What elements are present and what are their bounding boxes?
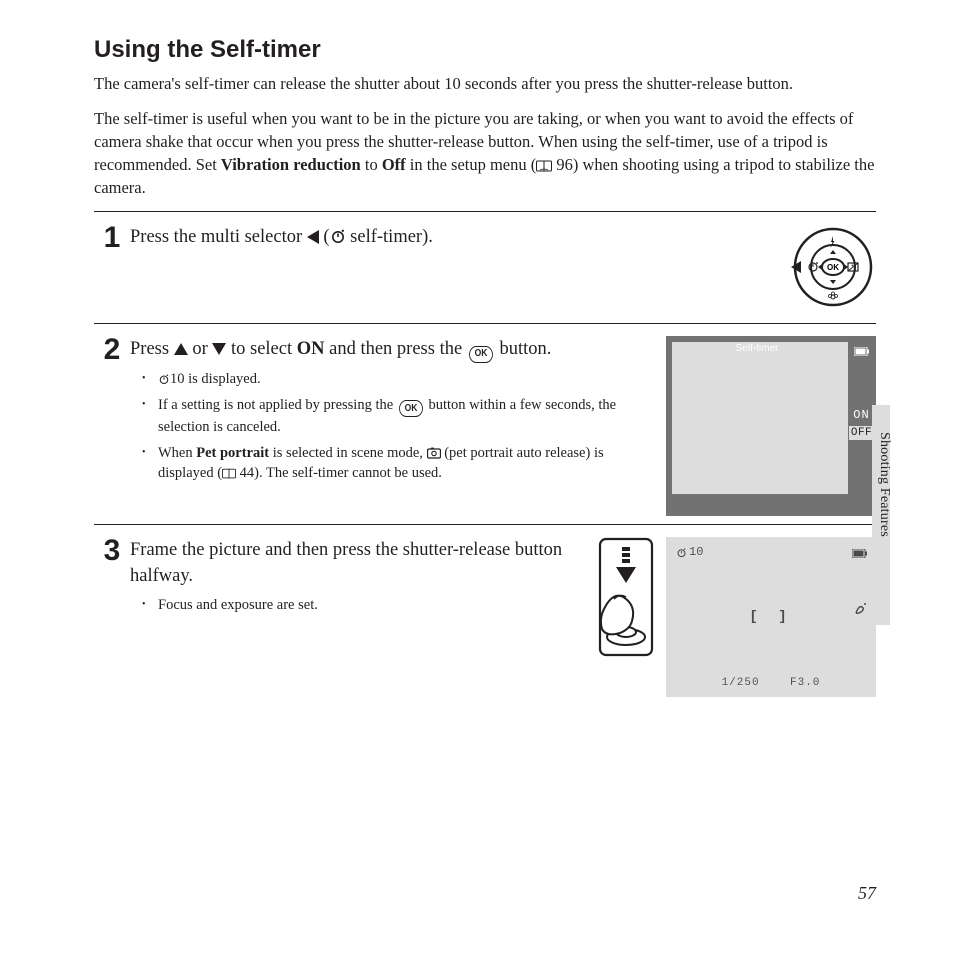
ok-button-icon: OK bbox=[469, 346, 493, 363]
battery-icon bbox=[854, 343, 870, 361]
left-arrow-icon bbox=[307, 230, 319, 244]
screen-title: Self-timer bbox=[666, 343, 848, 354]
doodle-icon bbox=[854, 601, 868, 619]
intro-text: to bbox=[361, 155, 382, 174]
intro-paragraph-2: The self-timer is useful when you want t… bbox=[94, 107, 876, 199]
note-text: ). The self-timer cannot be used. bbox=[254, 465, 442, 481]
note-text: If a setting is not applied by pressing … bbox=[158, 397, 397, 413]
step-3: 3 Frame the picture and then press the s… bbox=[94, 524, 876, 705]
screen-on-option: ON bbox=[849, 408, 874, 422]
instruction-text: Press bbox=[130, 339, 174, 359]
section-label: Shooting Features bbox=[876, 432, 892, 537]
screen-timer-indicator: 10 bbox=[676, 545, 703, 559]
step-1: 1 Press the multi selector ( self-timer)… bbox=[94, 212, 876, 323]
instruction-text: to select bbox=[226, 339, 296, 359]
pet-portrait-label: Pet portrait bbox=[196, 445, 269, 461]
note-text: When bbox=[158, 445, 196, 461]
svg-text:OK: OK bbox=[827, 263, 839, 272]
on-label: ON bbox=[297, 339, 325, 359]
step-2-note-3: When Pet portrait is selected in scene m… bbox=[158, 443, 658, 483]
page-ref-icon bbox=[536, 160, 552, 172]
step-2-screen: Self-timer ON OFF bbox=[666, 336, 876, 516]
intro-paragraph-1: The camera's self-timer can release the … bbox=[94, 72, 876, 95]
battery-icon bbox=[852, 545, 868, 563]
self-timer-icon bbox=[158, 373, 170, 385]
step-3-instruction: Frame the picture and then press the shu… bbox=[130, 537, 590, 589]
up-arrow-icon bbox=[174, 343, 188, 355]
ok-button-icon: OK bbox=[399, 400, 423, 417]
page-ref-icon bbox=[222, 468, 236, 479]
step-2-note-2: If a setting is not applied by pressing … bbox=[158, 395, 658, 438]
vibration-reduction-label: Vibration reduction bbox=[221, 155, 361, 174]
screen-off-option: OFF bbox=[849, 426, 874, 440]
pet-auto-release-icon bbox=[427, 447, 441, 459]
step-2: 2 Press or to select ON and then press t… bbox=[94, 323, 876, 524]
instruction-text: or bbox=[188, 339, 213, 359]
instruction-text: self-timer). bbox=[346, 227, 433, 247]
down-arrow-icon bbox=[212, 343, 226, 355]
multi-selector-diagram: OK +- bbox=[790, 224, 876, 315]
intro-text: in the setup menu ( bbox=[406, 155, 537, 174]
step-3-screen: 10 [ ] 1/250 F3.0 bbox=[666, 537, 876, 697]
screen-timer-value: 10 bbox=[689, 545, 703, 559]
note-text: is selected in scene mode, bbox=[269, 445, 426, 461]
off-label: Off bbox=[382, 155, 406, 174]
note-text: 10 is displayed. bbox=[170, 371, 261, 387]
focus-brackets: [ ] bbox=[749, 609, 792, 625]
screen-fstop: F3.0 bbox=[790, 677, 820, 689]
step-2-note-1: 10 is displayed. bbox=[158, 369, 658, 389]
self-timer-icon bbox=[330, 228, 346, 244]
step-3-note-1: Focus and exposure are set. bbox=[158, 595, 590, 615]
page-number: 57 bbox=[858, 883, 876, 904]
step-number: 1 bbox=[94, 224, 130, 252]
step-number: 2 bbox=[94, 336, 130, 364]
screen-exposure-readout: 1/250 F3.0 bbox=[722, 677, 821, 689]
instruction-text: Press the multi selector bbox=[130, 227, 307, 247]
page-ref-number: 96 bbox=[556, 155, 573, 174]
screen-shutter-speed: 1/250 bbox=[722, 677, 760, 689]
page-title: Using the Self-timer bbox=[94, 36, 876, 64]
step-2-instruction: Press or to select ON and then press the… bbox=[130, 336, 658, 363]
page-ref-number: 44 bbox=[240, 465, 255, 481]
shutter-press-diagram bbox=[598, 537, 654, 657]
step-1-instruction: Press the multi selector ( self-timer). bbox=[130, 224, 782, 250]
instruction-text: ( bbox=[319, 227, 330, 247]
instruction-text: and then press the bbox=[325, 339, 467, 359]
step-number: 3 bbox=[94, 537, 130, 565]
instruction-text: button. bbox=[495, 339, 552, 359]
